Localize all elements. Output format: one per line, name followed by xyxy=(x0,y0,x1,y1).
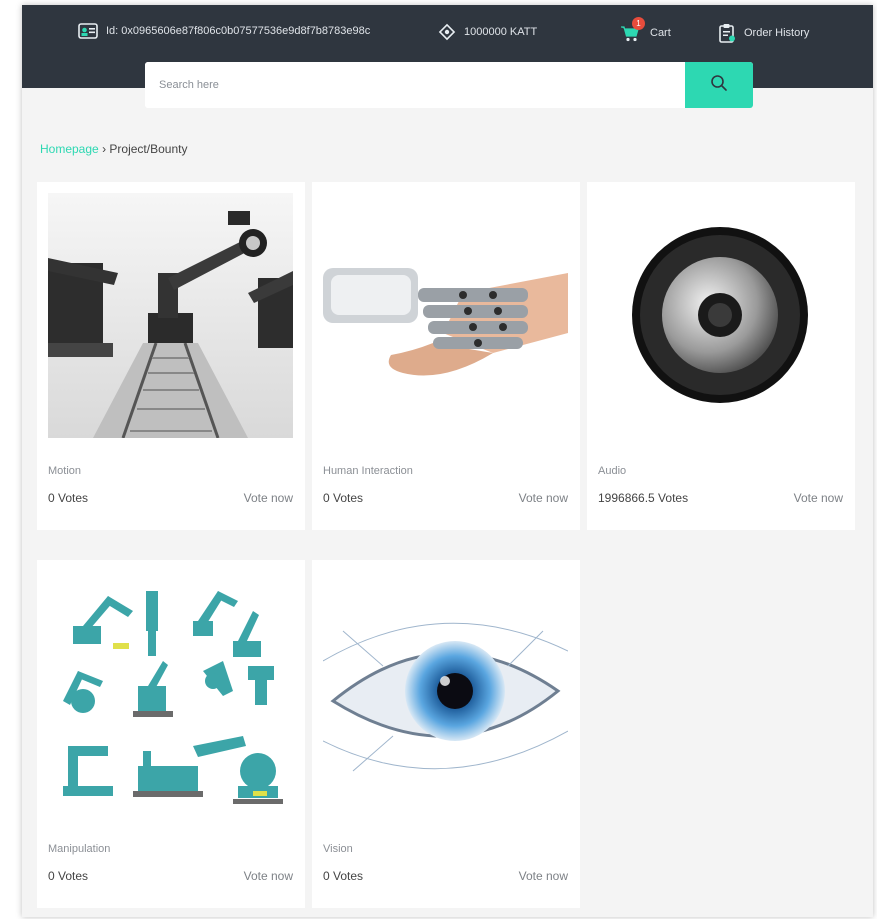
account-id-text: Id: 0x0965606e87f806c0b07577536e9d8f7b87… xyxy=(106,25,371,37)
speaker-image xyxy=(598,193,843,438)
vote-now-button[interactable]: Vote now xyxy=(519,869,568,883)
breadcrumb-separator: › xyxy=(102,142,107,156)
search-icon xyxy=(710,74,728,97)
breadcrumb-current: Project/Bounty xyxy=(109,142,188,156)
cart-count-badge: 1 xyxy=(632,17,645,30)
card-votes: 0 Votes xyxy=(323,491,364,505)
cart-link[interactable]: 1 Cart xyxy=(620,17,671,43)
breadcrumb: Homepage › Project/Bounty xyxy=(40,142,187,156)
clipboard-icon xyxy=(718,23,736,43)
card-category: Motion xyxy=(48,465,82,477)
robot-arms-collection-image xyxy=(48,571,293,816)
eye-image xyxy=(323,571,568,816)
page-frame: Id: 0x0965606e87f806c0b07577536e9d8f7b87… xyxy=(22,5,873,917)
search-button[interactable] xyxy=(685,62,753,108)
card-category: Manipulation xyxy=(48,843,111,855)
cart-icon: 1 xyxy=(620,17,645,43)
card-category: Human Interaction xyxy=(323,465,413,477)
vote-now-button[interactable]: Vote now xyxy=(794,491,843,505)
balance[interactable]: 1000000 KATT xyxy=(438,23,537,41)
breadcrumb-home-link[interactable]: Homepage xyxy=(40,142,99,156)
card-category: Vision xyxy=(323,843,353,855)
order-history-label: Order History xyxy=(744,27,810,39)
robot-human-handshake-image xyxy=(323,193,568,438)
search-bar xyxy=(145,62,753,108)
card-votes: 0 Votes xyxy=(48,491,89,505)
camera-crane-robots-image xyxy=(48,193,293,438)
card-votes: 0 Votes xyxy=(48,869,89,883)
project-card-vision[interactable]: Vision 0 Votes Vote now xyxy=(312,560,580,908)
project-card-motion[interactable]: Motion 0 Votes Vote now xyxy=(37,182,305,530)
token-icon xyxy=(438,23,456,41)
card-votes: 0 Votes xyxy=(323,869,364,883)
search-input[interactable] xyxy=(145,62,685,108)
project-card-audio[interactable]: Audio 1996866.5 Votes Vote now xyxy=(587,182,855,530)
order-history-link[interactable]: Order History xyxy=(718,23,809,43)
project-card-human-interaction[interactable]: Human Interaction 0 Votes Vote now xyxy=(312,182,580,530)
card-category: Audio xyxy=(598,465,627,477)
account-id[interactable]: Id: 0x0965606e87f806c0b07577536e9d8f7b87… xyxy=(78,23,370,39)
vote-now-button[interactable]: Vote now xyxy=(244,869,293,883)
balance-text: 1000000 KATT xyxy=(464,26,538,38)
vote-now-button[interactable]: Vote now xyxy=(519,491,568,505)
cart-label: Cart xyxy=(650,27,671,39)
id-card-icon xyxy=(78,23,98,39)
project-card-manipulation[interactable]: Manipulation 0 Votes Vote now xyxy=(37,560,305,908)
vote-now-button[interactable]: Vote now xyxy=(244,491,293,505)
card-votes: 1996866.5 Votes xyxy=(598,491,689,505)
